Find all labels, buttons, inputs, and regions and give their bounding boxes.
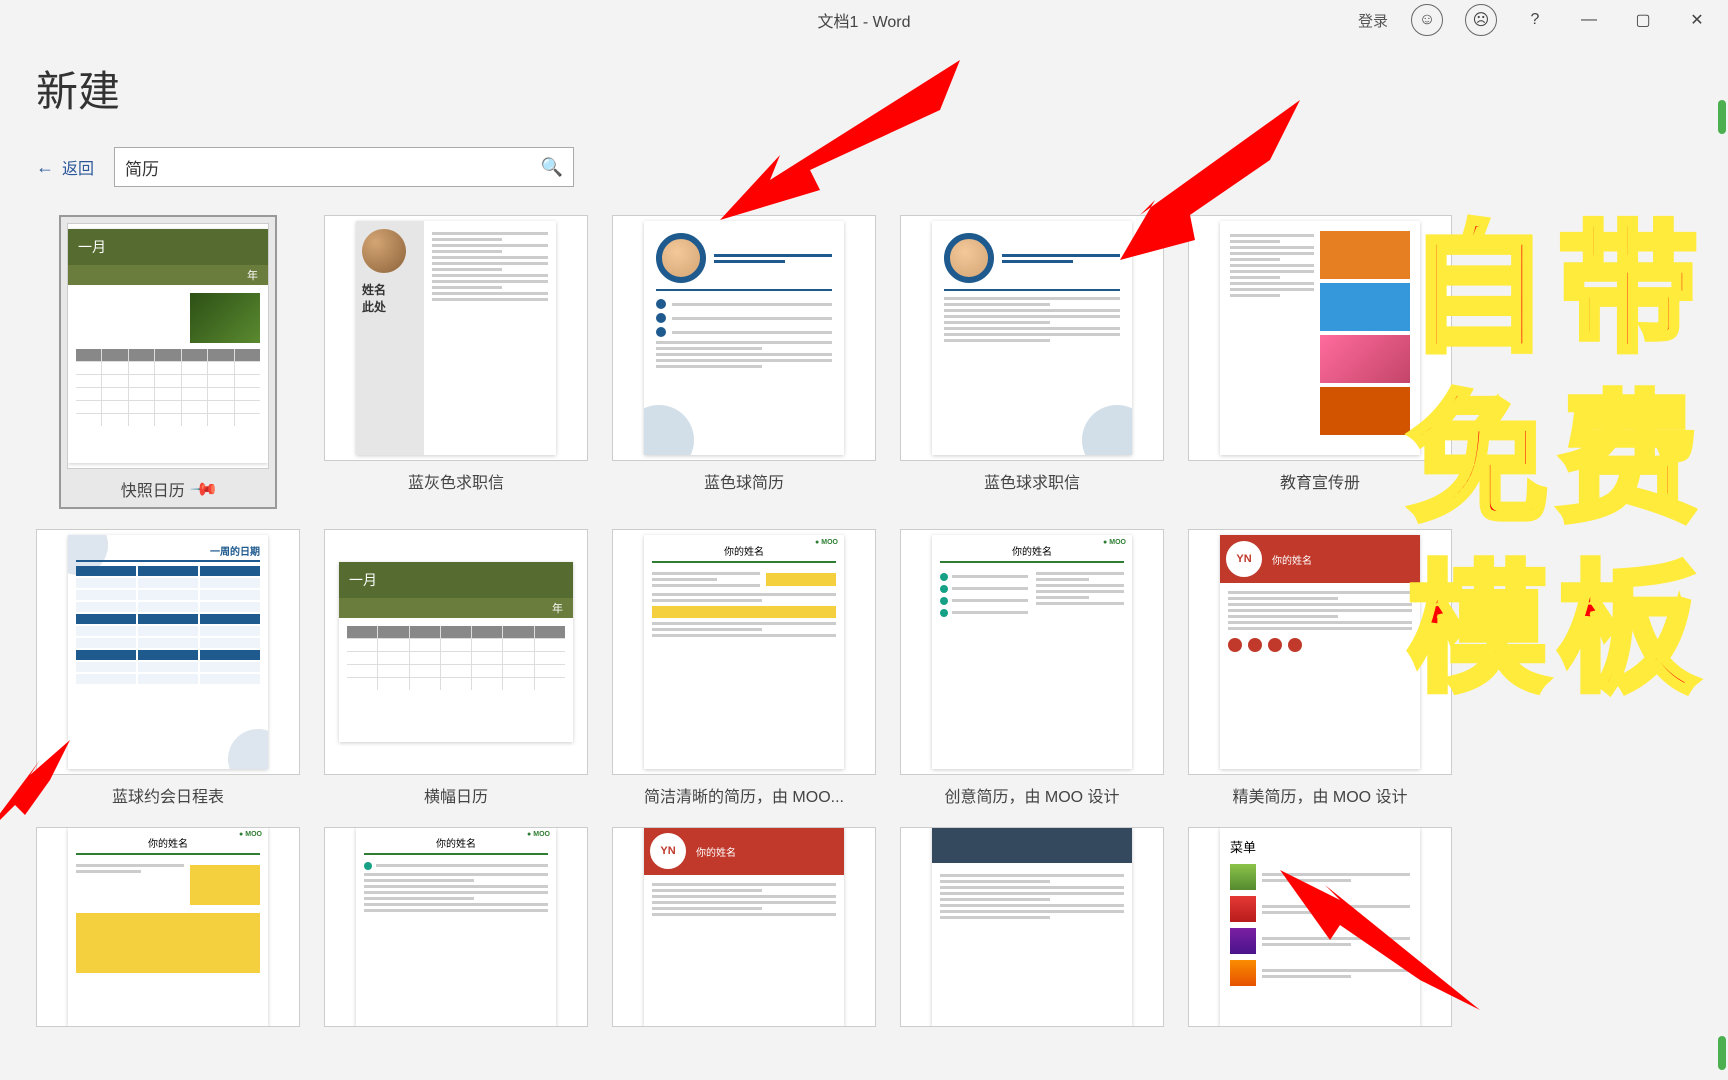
template-row3-menu[interactable]: 菜单 — [1188, 827, 1452, 1027]
feedback-sad-icon[interactable]: ☹ — [1458, 0, 1504, 40]
close-button[interactable]: ✕ — [1674, 0, 1720, 40]
maximize-button[interactable]: ▢ — [1620, 0, 1666, 40]
titlebar: 文档1 - Word 登录 ☺ ☹ ? — ▢ ✕ — [0, 0, 1728, 40]
template-moo-creative-resume[interactable]: MOO 你的姓名 创意简历，由 MOO 设计 — [900, 529, 1164, 807]
window-controls: 登录 ☺ ☹ ? — ▢ ✕ — [1350, 0, 1728, 40]
template-education-brochure[interactable]: 教育宣传册 — [1188, 215, 1452, 509]
template-label: 创意简历，由 MOO 设计 — [944, 783, 1119, 807]
search-row: ← 返回 🔍 — [36, 147, 1692, 187]
pin-icon[interactable]: 📌 — [189, 474, 220, 505]
template-bluegray-cover-letter[interactable]: 姓名 此处 蓝灰色求职信 — [324, 215, 588, 509]
feedback-happy-icon[interactable]: ☺ — [1404, 0, 1450, 40]
page-title: 新建 — [36, 58, 1692, 119]
template-label: 简洁清晰的简历，由 MOO... — [644, 783, 844, 807]
template-label: 教育宣传册 — [1280, 469, 1360, 493]
help-icon[interactable]: ? — [1512, 0, 1558, 40]
template-moo-beautiful-resume[interactable]: YN 你的姓名 精美简历，由 MOO 设计 — [1188, 529, 1452, 807]
template-row3-3[interactable]: YN 你的姓名 — [612, 827, 876, 1027]
scrollbar-top-indicator[interactable] — [1718, 100, 1726, 134]
thumb-year: 年 — [68, 265, 268, 285]
back-link[interactable]: ← 返回 — [36, 155, 94, 179]
login-button[interactable]: 登录 — [1350, 0, 1396, 40]
template-blue-ball-cover-letter[interactable]: 蓝色球求职信 — [900, 215, 1164, 509]
template-banner-calendar[interactable]: 一月 年 横幅日历 — [324, 529, 588, 807]
template-label: 蓝灰色求职信 — [408, 469, 504, 493]
thumb-month: 一月 — [68, 229, 268, 265]
back-arrow-icon: ← — [36, 157, 54, 178]
template-label: 蓝色球简历 — [704, 469, 784, 493]
template-blue-ball-schedule[interactable]: 一周的日期 蓝球约会日程表 — [36, 529, 300, 807]
template-row3-2[interactable]: MOO 你的姓名 — [324, 827, 588, 1027]
template-row3-4[interactable] — [900, 827, 1164, 1027]
template-blue-ball-resume[interactable]: 蓝色球简历 — [612, 215, 876, 509]
template-moo-clean-resume[interactable]: MOO 你的姓名 简洁清晰的简历，由 MOO... — [612, 529, 876, 807]
search-input[interactable] — [125, 157, 541, 177]
back-label: 返回 — [62, 155, 94, 179]
search-icon[interactable]: 🔍 — [541, 157, 563, 178]
template-label: 蓝色球求职信 — [984, 469, 1080, 493]
template-grid: 一月 年 — [36, 215, 1692, 1027]
window-title: 文档1 - Word — [817, 8, 910, 32]
template-snapshot-calendar[interactable]: 一月 年 — [36, 215, 300, 509]
scrollbar-bottom-indicator[interactable] — [1718, 1036, 1726, 1070]
template-label: 蓝球约会日程表 — [112, 783, 224, 807]
template-label: 精美简历，由 MOO 设计 — [1232, 783, 1407, 807]
content-area: 新建 ← 返回 🔍 一月 年 — [0, 40, 1728, 1080]
minimize-button[interactable]: — — [1566, 0, 1612, 40]
template-label: 横幅日历 — [424, 783, 488, 807]
search-box[interactable]: 🔍 — [114, 147, 574, 187]
template-row3-1[interactable]: MOO 你的姓名 — [36, 827, 300, 1027]
template-label: 快照日历 — [121, 477, 185, 501]
